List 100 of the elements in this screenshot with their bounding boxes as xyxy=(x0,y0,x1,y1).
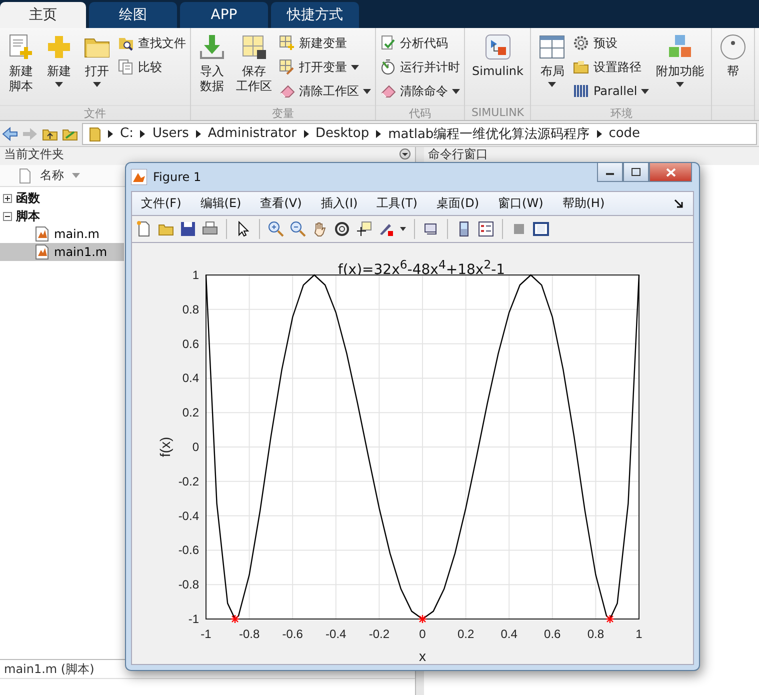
printer-icon xyxy=(202,221,218,237)
tick-label: -0.4 xyxy=(326,627,346,641)
window-title: Figure 1 xyxy=(153,170,202,184)
path-segment[interactable]: C: xyxy=(120,126,134,141)
tree-group[interactable]: 函数 xyxy=(16,190,40,206)
ribbon-button[interactable]: 设置路径 xyxy=(573,57,650,77)
tick-label: 0.4 xyxy=(500,627,518,641)
ribbon-button[interactable]: 打开 xyxy=(80,33,114,87)
path-segment[interactable]: Desktop xyxy=(316,126,370,141)
tick-label: 0.6 xyxy=(544,627,561,641)
path-segment[interactable]: Administrator xyxy=(208,126,296,141)
tick-label: 0.4 xyxy=(182,371,199,386)
ribbon-button[interactable]: 新建 脚本 xyxy=(4,33,38,94)
app-icon xyxy=(131,169,147,185)
ribbon-button[interactable]: 预设 xyxy=(573,33,650,53)
axis-label: x xyxy=(419,648,426,664)
menu-item[interactable]: 文件(F) xyxy=(141,195,182,212)
path-segment[interactable]: matlab编程一维优化算法源码程序 xyxy=(388,124,590,142)
ribbon-button[interactable]: 打开变量 xyxy=(279,57,371,77)
column-header[interactable]: 名称 xyxy=(40,167,64,184)
ribbon-button[interactable]: 新建 xyxy=(42,33,76,87)
menu-item[interactable]: 帮助(H) xyxy=(562,195,605,212)
caret-icon[interactable] xyxy=(400,227,406,231)
menu-item[interactable]: 桌面(D) xyxy=(436,195,480,212)
ribbon-button[interactable]: 运行并计时 xyxy=(380,57,460,77)
tree-group[interactable]: 脚本 xyxy=(16,208,40,224)
ribbon-button[interactable]: 导入 数据 xyxy=(195,33,229,94)
ribbon-button[interactable]: 附加功能 xyxy=(653,33,708,87)
tick-label: 0.2 xyxy=(182,406,199,420)
address-field[interactable]: C: Users Administrator Desktop matlab编程一维优化算法源码程序 code xyxy=(82,122,757,144)
ribbon-button[interactable]: 比较 xyxy=(118,57,186,77)
minimize-button[interactable] xyxy=(597,163,623,182)
ribbon-button[interactable]: 帮 xyxy=(716,33,750,79)
circle-icon xyxy=(719,33,748,61)
panel-icon xyxy=(533,221,549,237)
tick-label: 0.6 xyxy=(182,336,199,351)
tick-label: 0.8 xyxy=(182,302,199,316)
menu-item[interactable]: 窗口(W) xyxy=(498,195,544,212)
menu-item[interactable]: 查看(V) xyxy=(260,195,302,212)
maximize-button[interactable] xyxy=(623,163,649,182)
expand-icon[interactable] xyxy=(3,194,12,202)
figure-window[interactable]: Figure 1 文件(F) 编辑(E) 查看(V) 插入(I) 工具(T) 桌面(D) 窗口(W) 帮助(H) f(x)=32x$^{6}$-48x$^{4}$+18x$^{2}$-1 -1 -0.8 -0.6 -0.4 -0.2 0 0.2 0.4 0.6 0.8 1 -1 -0.8 -0.6 -0.4 -0.2 0 0.2 0.4 0.6 0.8 1 x f(x) xyxy=(125,162,700,671)
block-diagram-icon xyxy=(484,33,512,61)
group-label: 代码 xyxy=(376,105,464,120)
chevron-icon xyxy=(376,130,382,138)
collapse-icon[interactable] xyxy=(3,212,12,220)
file-row[interactable]: main.m xyxy=(0,225,124,243)
group-label: 环境 xyxy=(531,105,712,120)
zoom-in-icon xyxy=(268,221,284,237)
ribbon-button[interactable]: 分析代码 xyxy=(380,33,460,53)
ribbon-tab[interactable]: 快捷方式 xyxy=(271,2,359,28)
tick-label: 1 xyxy=(192,268,199,282)
close-button[interactable] xyxy=(649,163,692,182)
ribbon-button[interactable]: 布局 xyxy=(535,33,570,87)
group-label: 文件 xyxy=(0,105,190,120)
ribbon-tab[interactable]: APP xyxy=(180,2,268,28)
maximize-icon xyxy=(631,168,641,176)
menu-item[interactable]: 编辑(E) xyxy=(200,195,242,212)
tick-label: -0.2 xyxy=(368,627,390,641)
menu-item[interactable]: 工具(T) xyxy=(376,195,418,212)
menu-item[interactable]: 插入(I) xyxy=(320,195,358,212)
ribbon-button[interactable]: 清除命令 xyxy=(380,81,460,101)
panel-title: 当前文件夹 xyxy=(4,148,64,161)
document-check-icon xyxy=(380,35,396,51)
tick-label: 0.2 xyxy=(457,627,474,641)
ribbon-button[interactable]: 保存 工作区 xyxy=(233,33,275,94)
settings-icon xyxy=(573,35,590,51)
folder-search-icon xyxy=(118,35,134,51)
document-plus-icon xyxy=(7,33,35,61)
grid-plus-icon xyxy=(279,35,295,51)
eraser-icon xyxy=(380,83,396,99)
file-row[interactable]: main1.m xyxy=(0,243,124,261)
document-icon xyxy=(18,168,32,184)
tick-label: 0 xyxy=(192,440,199,454)
folder-icon xyxy=(573,59,590,75)
axis-label: f(x) xyxy=(157,436,173,458)
ribbon-button[interactable]: 查找文件 xyxy=(118,33,186,53)
tick-label: -0.8 xyxy=(178,578,199,592)
square-icon xyxy=(511,221,527,237)
ribbon-tab[interactable]: 主页 xyxy=(0,2,86,28)
tick-label: -0.6 xyxy=(178,543,199,558)
new-file-icon xyxy=(136,221,152,237)
ribbon-button[interactable]: 清除工作区 xyxy=(279,81,371,101)
ribbon-button[interactable]: 新建变量 xyxy=(279,33,371,53)
bars-icon xyxy=(573,83,590,99)
path-segment[interactable]: code xyxy=(608,126,640,141)
tick-label: 1 xyxy=(636,627,642,641)
path-segment[interactable]: Users xyxy=(152,126,189,141)
tick-label: -0.8 xyxy=(238,627,260,641)
tick-label: 0 xyxy=(419,627,426,641)
script-file-icon xyxy=(34,226,50,242)
brush-icon xyxy=(378,221,394,237)
chevron-icon xyxy=(108,130,113,138)
ribbon-button[interactable]: Simulink xyxy=(469,33,526,79)
chevron-icon xyxy=(196,130,201,138)
ribbon-button[interactable]: Parallel xyxy=(573,81,650,101)
ribbon-tab[interactable]: 绘图 xyxy=(89,2,177,28)
chevron-icon xyxy=(596,130,602,138)
group-label: SIMULINK xyxy=(465,105,530,120)
tick-label: -1 xyxy=(188,612,199,626)
